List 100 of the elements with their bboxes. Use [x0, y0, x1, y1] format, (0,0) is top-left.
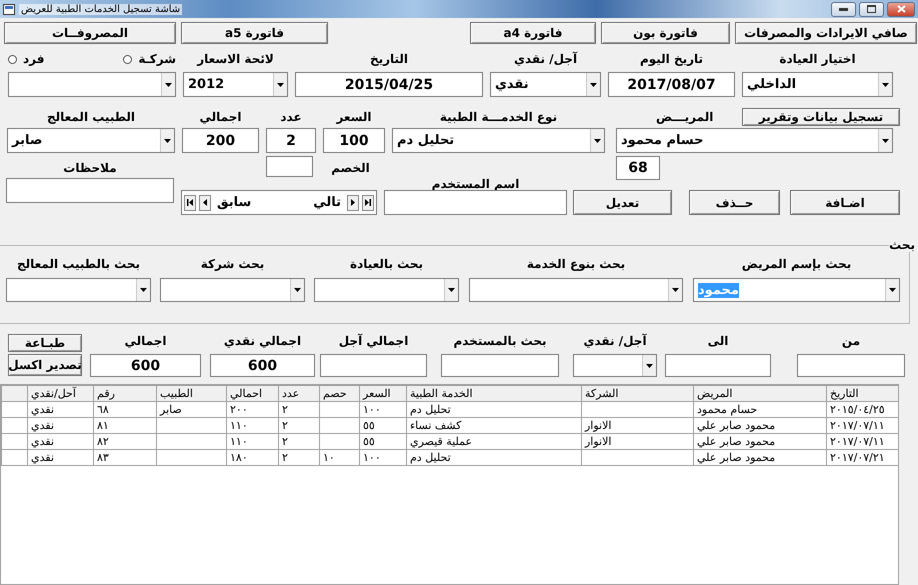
field-label: اجمالي: [200, 109, 242, 126]
field-label: ملاحظات: [62, 160, 118, 176]
input-field[interactable]: [441, 354, 559, 377]
caret-icon: [882, 82, 889, 86]
input-field[interactable]: 68: [616, 156, 660, 180]
field-label: بحث بالعيادة: [350, 257, 423, 272]
input-field[interactable]: 200: [182, 128, 259, 153]
caret-icon: [277, 82, 284, 86]
caret-icon: [590, 82, 597, 86]
table-cell: ٨٢: [94, 434, 156, 450]
input-field[interactable]: 600: [210, 354, 315, 377]
table-cell: نقدي: [28, 418, 94, 434]
caret-icon: [164, 138, 171, 142]
field-label: نوع الخدمـــة الطبية: [440, 109, 558, 126]
field-label: آجل/ نقدي: [514, 52, 578, 67]
skip-left-icon: [187, 199, 193, 206]
input-field[interactable]: [384, 190, 567, 215]
field-label: الطبيب المعالج: [46, 109, 136, 126]
dropdown-field[interactable]: حسام محمود: [616, 128, 893, 153]
next-button[interactable]: تالي: [310, 195, 344, 210]
close-button[interactable]: [887, 2, 915, 16]
table-cell: ٨١: [94, 418, 156, 434]
dropdown-field[interactable]: تحليل دم: [392, 128, 605, 153]
skip-right-icon: [365, 199, 371, 206]
column-header: السعر: [360, 386, 406, 402]
input-field[interactable]: 600: [90, 354, 201, 377]
column-header: رقم: [94, 386, 156, 402]
nav-button[interactable]: [347, 194, 359, 210]
dropdown-field[interactable]: 2012: [183, 72, 288, 97]
input-field[interactable]: 2: [266, 128, 316, 153]
maximize-button[interactable]: [859, 2, 884, 16]
toolbar-button[interactable]: فاتورة a4: [470, 22, 596, 44]
previous-button[interactable]: سابق: [214, 195, 254, 210]
table-cell: صابر: [156, 402, 226, 418]
toolbar-button[interactable]: صافي الايرادات والمصرفات: [735, 22, 917, 44]
dropdown-field[interactable]: [314, 278, 459, 302]
dropdown-field[interactable]: الداخلي: [742, 72, 893, 97]
input-field[interactable]: [6, 178, 174, 203]
dropdown-field[interactable]: [8, 72, 176, 97]
table-cell: ٥٥: [360, 434, 406, 450]
toolbar-button[interactable]: المصروفــات: [4, 22, 176, 44]
report-button[interactable]: تسجيل بيانات وتقرير: [742, 108, 900, 126]
field-label: بحث بنوع الخدمة: [526, 257, 626, 272]
field-label: من: [842, 334, 860, 348]
table-cell: كشف نساء: [406, 418, 582, 434]
action-button[interactable]: تعديل: [573, 190, 672, 215]
nav-button[interactable]: [199, 194, 211, 210]
table-cell: ٦٨: [94, 402, 156, 418]
table-cell: ٥٥: [360, 418, 406, 434]
dropdown-field[interactable]: [573, 354, 657, 377]
table-cell: نقدي: [28, 402, 94, 418]
input-field[interactable]: [665, 354, 771, 377]
table-cell: ١٠٠: [360, 402, 406, 418]
action-button[interactable]: حــذف: [689, 190, 780, 215]
action-button[interactable]: اضـافة: [790, 190, 900, 215]
action-button[interactable]: طبـاعة: [8, 334, 82, 352]
field-label: بحث بإسم المريض: [742, 257, 852, 272]
right-triangle-icon: [351, 199, 355, 206]
caret-icon: [889, 288, 896, 292]
dropdown-field[interactable]: [160, 278, 305, 302]
nav-button[interactable]: [184, 194, 196, 210]
input-field[interactable]: 2015/04/25: [295, 72, 483, 97]
dropdown-field[interactable]: نقدي: [490, 72, 601, 97]
table-cell: الانوار: [582, 434, 694, 450]
column-header: التاريخ: [826, 386, 898, 402]
input-field[interactable]: 100: [323, 128, 385, 153]
input-field[interactable]: 2017/08/07: [608, 72, 735, 97]
radio-label: فرد: [23, 52, 44, 67]
table-cell: محمود صابر علي: [694, 418, 826, 434]
field-label: اختيار العيادة: [779, 52, 856, 67]
table-cell: ٢: [278, 402, 320, 418]
column-header: المريض: [694, 386, 826, 402]
minimize-button[interactable]: [831, 2, 856, 16]
radio-button[interactable]: [8, 55, 17, 64]
table-cell: ١١٠: [226, 434, 278, 450]
action-button[interactable]: تصدير اكسل: [8, 354, 82, 376]
table-cell: تحليل دم: [406, 450, 582, 466]
field-label: اجمالي نقدي: [224, 334, 302, 348]
field-label: السعر: [336, 109, 372, 126]
field-label: بحث بالطبيب المعالج: [16, 257, 140, 272]
toolbar-button[interactable]: فاتورة a5: [181, 22, 328, 44]
dropdown-field[interactable]: [469, 278, 683, 302]
caret-icon: [448, 288, 455, 292]
caret-icon: [672, 288, 679, 292]
close-icon: [896, 5, 906, 13]
nav-button[interactable]: [362, 194, 374, 210]
toolbar-button[interactable]: فاتورة بون: [601, 22, 730, 44]
input-field[interactable]: [797, 354, 905, 377]
field-label: اسم المستخدم: [432, 178, 520, 190]
table-cell: محمود صابر علي: [694, 434, 826, 450]
radio-button[interactable]: [123, 55, 132, 64]
table-cell: تحليل دم: [406, 402, 582, 418]
field-label: الى: [708, 334, 728, 348]
dropdown-field[interactable]: صابر: [7, 128, 175, 153]
input-field[interactable]: [320, 354, 427, 377]
table-cell: ١٠: [320, 450, 360, 466]
field-label: الخصم: [330, 160, 371, 176]
dropdown-field[interactable]: [6, 278, 151, 302]
field-label: آجل/ نقدي: [583, 334, 647, 348]
input-field[interactable]: [266, 156, 313, 177]
